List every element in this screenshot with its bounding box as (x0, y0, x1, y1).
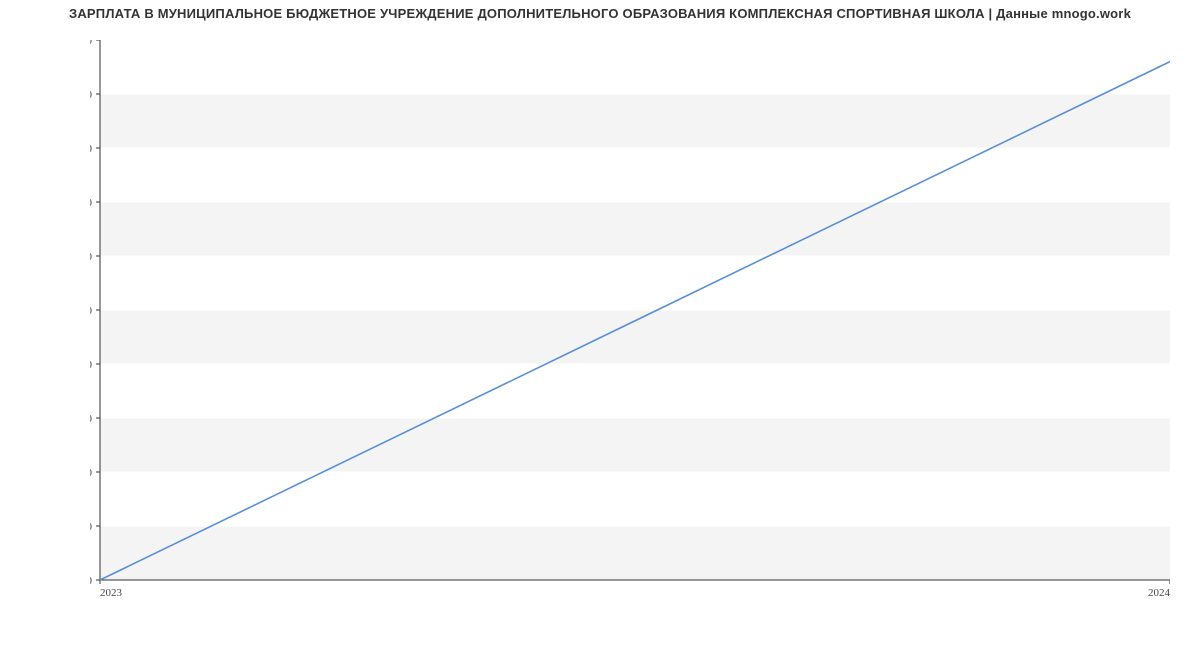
y-tick-label: 27500 (90, 413, 93, 425)
y-tick-label: 26500 (90, 521, 93, 533)
y-tick-label: 29000 (90, 251, 93, 263)
chart-title: ЗАРПЛАТА В МУНИЦИПАЛЬНОЕ БЮДЖЕТНОЕ УЧРЕЖ… (0, 6, 1200, 21)
y-tick-label: 29500 (90, 197, 93, 209)
y-tick-label: 30000 (90, 143, 93, 155)
x-tick-label: 2023 (100, 587, 123, 599)
chart-plot-area: 26000 26500 27000 27500 28000 28500 29000 29500… (90, 40, 1170, 600)
x-tick-label: 2024 (1148, 587, 1170, 599)
y-tick-label: 31000 (90, 40, 93, 47)
y-tick-label: 30500 (90, 89, 93, 101)
y-tick-label: 28000 (90, 359, 93, 371)
y-tick-label: 26000 (90, 575, 93, 587)
y-tick-label: 28500 (90, 305, 93, 317)
y-tick-label: 27000 (90, 467, 93, 479)
